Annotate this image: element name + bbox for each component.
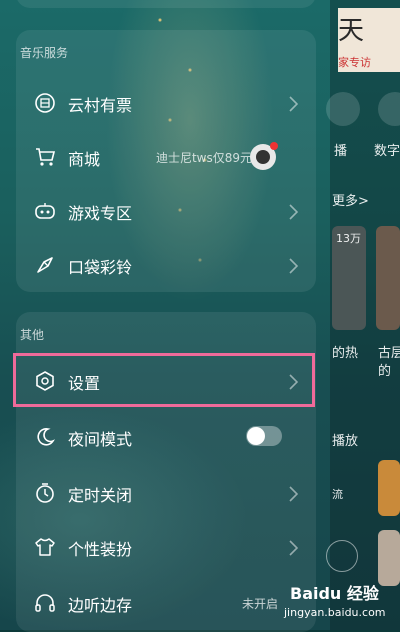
- drawer-top-card: [16, 0, 316, 8]
- chevron-right-icon: [289, 204, 298, 220]
- menu-item-night-mode[interactable]: 夜间模式: [16, 412, 316, 464]
- section-title-other: 其他: [20, 328, 45, 342]
- chevron-right-icon: [289, 96, 298, 112]
- menu-label: 云村有票: [68, 96, 133, 115]
- ringtone-icon: [37, 257, 53, 273]
- mall-promo-text: 迪士尼tws仅89元: [155, 151, 252, 165]
- shirt-icon: [35, 538, 55, 556]
- playlist-title-1: 的热: [332, 346, 359, 361]
- headphones-icon: [35, 594, 55, 612]
- section-title-music: 音乐服务: [20, 46, 69, 60]
- menu-label: 夜间模式: [68, 430, 133, 449]
- moon-icon: [37, 428, 55, 446]
- ticket-icon: [35, 93, 55, 113]
- banner-peek[interactable]: 天 家专访: [338, 8, 400, 72]
- home-icon-label-2: 数字: [374, 144, 400, 159]
- menu-item-games[interactable]: 游戏专区: [16, 186, 316, 238]
- home-icon-circle[interactable]: [326, 92, 360, 126]
- notification-dot: [270, 142, 278, 150]
- playlist-title-2: 古层: [378, 346, 400, 361]
- promo-avatar: [250, 142, 278, 170]
- menu-label: 个性装扮: [68, 540, 133, 559]
- toggle-knob: [247, 427, 265, 445]
- playlist-title-3: 的: [378, 364, 392, 379]
- menu-label: 口袋彩铃: [68, 258, 133, 277]
- chevron-right-icon: [289, 486, 298, 502]
- menu-label: 边听边存: [68, 596, 133, 615]
- more-link[interactable]: 更多>: [332, 190, 369, 209]
- play-all-button[interactable]: 播放: [332, 430, 358, 449]
- gamepad-icon: [35, 203, 55, 219]
- watermark-sub-text: jingyan.baidu.com: [284, 606, 386, 619]
- banner-big-text: 天: [338, 16, 365, 46]
- night-mode-toggle[interactable]: [246, 426, 282, 446]
- menu-item-mall[interactable]: 商城 迪士尼tws仅89元: [16, 132, 316, 184]
- menu-label: 定时关闭: [68, 486, 133, 505]
- chevron-right-icon: [289, 540, 298, 556]
- baidu-watermark: Baidu 经验 jingyan.baidu.com: [270, 578, 398, 624]
- menu-item-ringtone[interactable]: 口袋彩铃: [16, 240, 316, 292]
- menu-item-tickets[interactable]: 云村有票: [16, 78, 316, 130]
- timer-icon: [36, 483, 54, 503]
- playlist-thumb-1[interactable]: 13万: [332, 226, 366, 330]
- settings-highlight-box: [13, 353, 315, 407]
- menu-item-themes[interactable]: 个性装扮: [16, 522, 316, 574]
- song-play-icon[interactable]: [326, 540, 358, 572]
- menu-item-sleep-timer[interactable]: 定时关闭: [16, 468, 316, 520]
- playlist-thumb-2[interactable]: [376, 226, 400, 330]
- menu-label: 游戏专区: [68, 204, 133, 223]
- cart-icon: [36, 148, 56, 166]
- menu-label: 商城: [68, 150, 101, 169]
- chevron-right-icon: [289, 258, 298, 274]
- watermark-main-text: Baidu 经验: [290, 584, 379, 603]
- song-thumb-1[interactable]: [378, 460, 400, 516]
- play-count: 13万: [336, 232, 361, 245]
- home-icon-label-1: 播: [334, 144, 348, 159]
- song-subtitle: 流: [332, 488, 343, 501]
- banner-small-text: 家专访: [338, 56, 371, 69]
